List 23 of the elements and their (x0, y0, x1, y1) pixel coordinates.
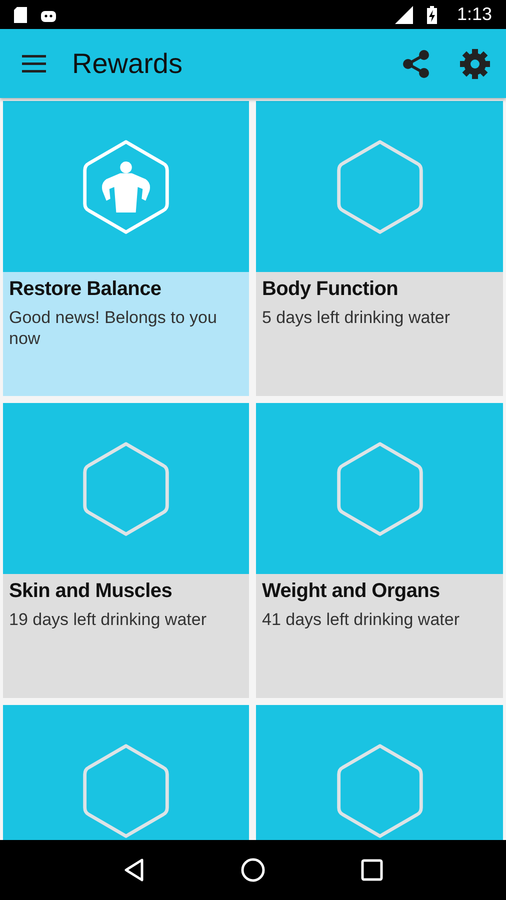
reward-title: Body Function (262, 278, 400, 301)
reward-title: Skin and Muscles (9, 580, 174, 603)
share-icon[interactable] (402, 48, 430, 78)
badge-tile[interactable] (256, 101, 503, 272)
badge-tile[interactable] (256, 403, 503, 574)
sd-card-icon (14, 6, 27, 22)
reward-status: Good news! Belongs to you now (9, 307, 218, 350)
app-title: Rewards (72, 48, 182, 80)
back-icon[interactable] (122, 858, 145, 882)
status-time: 1:13 (456, 4, 492, 25)
reward-title: Restore Balance (9, 278, 162, 301)
reward-status: 5 days left drinking water (262, 307, 452, 328)
reward-status: 41 days left drinking water (262, 609, 460, 630)
recents-icon[interactable] (361, 859, 384, 881)
badge-tile[interactable] (3, 101, 249, 272)
badge-tile[interactable] (3, 403, 249, 574)
reward-title: Weight and Organs (262, 580, 441, 603)
home-icon[interactable] (240, 857, 266, 883)
reward-status: 19 days left drinking water (9, 609, 208, 630)
badge-tile[interactable] (256, 705, 503, 840)
battery-charging-icon (426, 6, 437, 24)
badge-tile[interactable] (3, 705, 249, 840)
menu-icon[interactable] (22, 54, 46, 72)
